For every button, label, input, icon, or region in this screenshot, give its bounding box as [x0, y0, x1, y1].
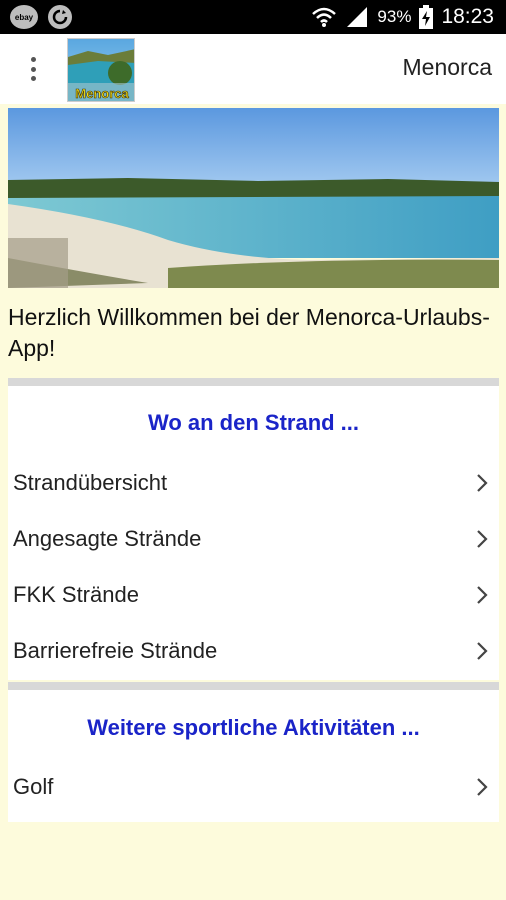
battery-percentage: 93%: [377, 7, 412, 26]
list-item-label: Barrierefreie Strände: [13, 638, 218, 663]
app-title: Menorca: [402, 54, 492, 80]
chevron-right-icon: [477, 642, 488, 660]
chevron-right-icon: [477, 530, 488, 548]
list-item-fkk-strände[interactable]: FKK Strände: [8, 568, 499, 624]
chevron-right-icon: [477, 586, 488, 604]
ebay-label: ebay: [14, 12, 34, 22]
clock: 18:23: [441, 5, 494, 28]
chevron-right-icon: [477, 778, 488, 796]
list-item-angesagte-strände[interactable]: Angesagte Strände: [8, 512, 499, 568]
battery-charging-icon: [419, 5, 434, 29]
app-bar: Menorca Menorca: [0, 34, 506, 104]
overflow-menu-icon[interactable]: [20, 54, 46, 84]
section-divider: [8, 682, 499, 690]
list-item-label: Strandübersicht: [13, 470, 168, 495]
welcome-text: Herzlich Willkommen bei der Menorca-Urla…: [8, 304, 490, 361]
signal-icon: [347, 7, 368, 27]
beach-section-card: Wo an den Strand ... Strandübersicht Ang…: [8, 378, 499, 680]
sport-section-card: Weitere sportliche Aktivitäten ... Golf: [8, 682, 499, 822]
list-item-label: FKK Strände: [13, 582, 139, 607]
list-item-barrierefreie-strände[interactable]: Barrierefreie Strände: [8, 624, 499, 680]
logo-text: Menorca: [75, 86, 129, 101]
section-heading-beach: Wo an den Strand ...: [147, 410, 360, 435]
app-logo[interactable]: Menorca: [67, 38, 135, 102]
ebay-notification-icon: ebay: [10, 5, 38, 29]
list-item-label: Angesagte Strände: [13, 526, 202, 551]
list-item-label: Golf: [13, 774, 54, 799]
list-item-golf[interactable]: Golf: [8, 760, 499, 816]
status-bar: ebay 93% 18:23: [0, 0, 506, 34]
section-heading-sport: Weitere sportliche Aktivitäten ...: [87, 715, 420, 740]
chevron-right-icon: [477, 474, 488, 492]
hero-beach-image: [8, 108, 499, 288]
section-divider: [8, 378, 499, 386]
list-item-strandübersicht[interactable]: Strandübersicht: [8, 456, 499, 512]
sync-notification-icon: [48, 5, 72, 29]
wifi-icon: [312, 7, 337, 27]
